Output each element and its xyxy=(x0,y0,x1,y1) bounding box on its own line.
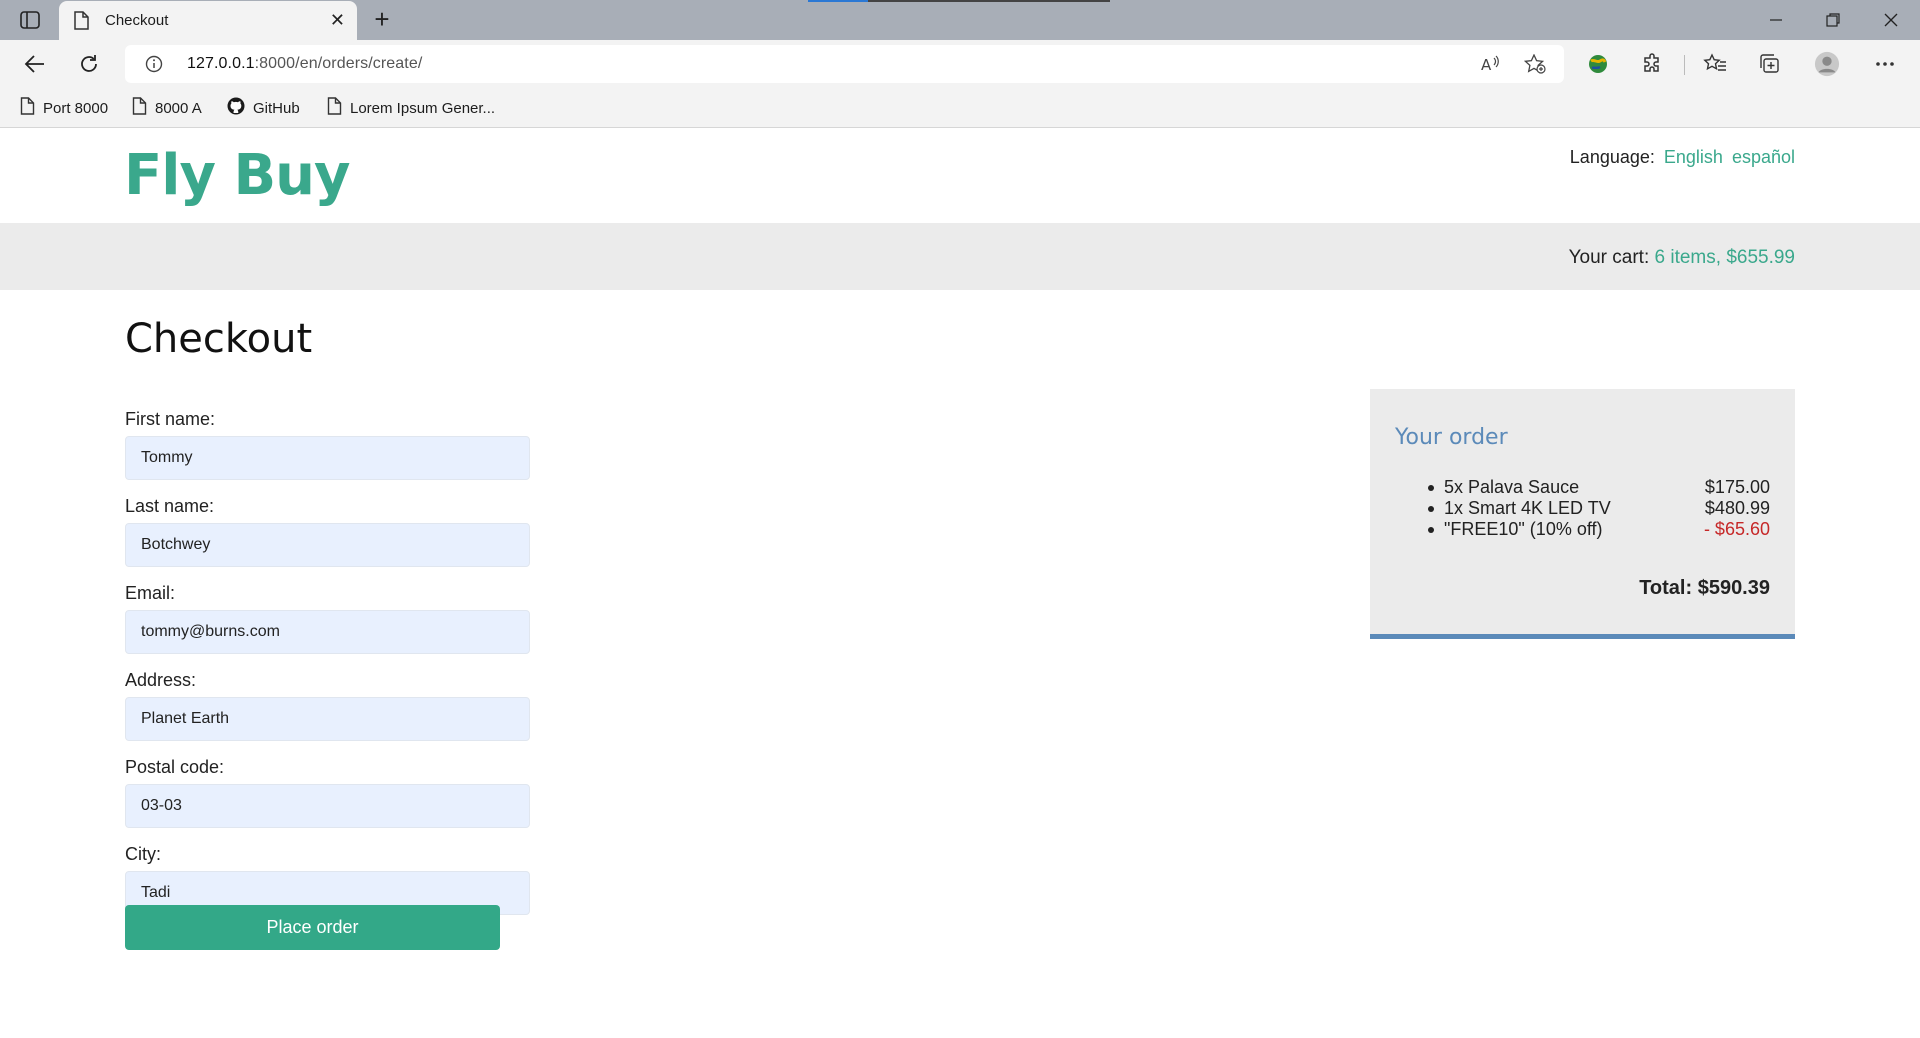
bookmark-label: 8000 A xyxy=(155,99,202,117)
order-discount-item: "FREE10" (10% off) - $65.60 xyxy=(1428,519,1770,540)
url-path: :8000/en/orders/create/ xyxy=(254,55,423,72)
bookmark-label: Port 8000 xyxy=(43,99,109,117)
address-label: Address: xyxy=(125,670,197,690)
order-total: Total: $590.39 xyxy=(1639,577,1770,599)
cart-label: Your cart: xyxy=(1568,247,1650,268)
github-icon xyxy=(227,97,245,119)
bookmarks-bar: Port 8000 8000 A GitHub Lorem Ipsum Gene… xyxy=(0,88,1920,128)
site-info-icon[interactable] xyxy=(145,55,163,78)
order-item-price: $480.99 xyxy=(1704,498,1770,518)
language-spanish-link[interactable]: español xyxy=(1732,147,1795,167)
tab-checkout[interactable]: Checkout ✕ xyxy=(59,1,357,40)
last-name-input[interactable] xyxy=(125,523,530,567)
discount-name: "FREE10" (10% off) xyxy=(1444,519,1603,539)
tab-loading-indicator xyxy=(808,0,868,2)
back-icon[interactable] xyxy=(20,49,50,79)
order-items-list: 5x Palava Sauce $175.00 1x Smart 4K LED … xyxy=(1428,477,1770,540)
order-summary-title: Your order xyxy=(1395,425,1508,450)
order-item-name: 5x Palava Sauce xyxy=(1444,477,1580,497)
close-window-icon[interactable] xyxy=(1871,6,1911,34)
page-icon xyxy=(73,11,89,35)
language-label: Language: xyxy=(1569,147,1655,167)
order-item-price: $175.00 xyxy=(1704,477,1770,497)
address-bar[interactable]: 127.0.0.1:8000/en/orders/create/ A xyxy=(125,45,1564,83)
cart-summary: Your cart: 6 items, $655.99 xyxy=(1569,247,1795,269)
web-page: Fly Buy Language: English español Your car… xyxy=(0,129,1920,1038)
browser-toolbar: 127.0.0.1:8000/en/orders/create/ A xyxy=(0,40,1920,88)
city-label: City: xyxy=(125,844,161,864)
last-name-label: Last name: xyxy=(125,496,215,516)
language-switcher: Language: English español xyxy=(1570,147,1795,168)
url-host: 127.0.0.1 xyxy=(187,55,255,72)
tab-bar: Checkout ✕ + xyxy=(0,0,1920,40)
email-input[interactable] xyxy=(125,610,530,654)
order-item: 5x Palava Sauce $175.00 xyxy=(1428,477,1770,498)
url-text: 127.0.0.1:8000/en/orders/create/ xyxy=(187,55,422,73)
page-icon xyxy=(132,97,147,119)
postal-code-input[interactable] xyxy=(125,784,530,828)
restore-icon[interactable] xyxy=(1813,6,1853,34)
email-label: Email: xyxy=(125,583,176,603)
read-aloud-icon[interactable]: A xyxy=(1479,54,1501,74)
close-tab-icon[interactable]: ✕ xyxy=(330,11,345,29)
tab-strip-line xyxy=(868,0,1110,2)
address-input[interactable] xyxy=(125,697,530,741)
bookmark-github[interactable]: GitHub xyxy=(227,97,300,119)
first-name-input[interactable] xyxy=(125,436,530,480)
tab-title: Checkout xyxy=(105,12,169,29)
discount-amount: - $65.60 xyxy=(1703,519,1770,539)
order-item-name: 1x Smart 4K LED TV xyxy=(1444,498,1611,518)
bookmark-label: GitHub xyxy=(253,99,300,117)
postal-code-label: Postal code: xyxy=(125,757,225,777)
checkout-form: First name: Last name: Email: Address: P… xyxy=(125,409,530,931)
favorites-icon[interactable] xyxy=(1702,51,1728,77)
add-favorite-icon[interactable] xyxy=(1524,54,1546,74)
minimize-icon[interactable] xyxy=(1756,6,1796,34)
svg-text:A: A xyxy=(1481,56,1492,73)
language-english-link[interactable]: English xyxy=(1664,147,1723,167)
bookmark-8000-a[interactable]: 8000 A xyxy=(132,97,202,119)
extension-globe-icon[interactable] xyxy=(1585,51,1611,77)
reload-icon[interactable] xyxy=(74,49,104,79)
more-menu-icon[interactable] xyxy=(1872,51,1898,77)
page-icon xyxy=(20,97,35,119)
page-title: Checkout xyxy=(125,316,313,362)
order-summary: Your order 5x Palava Sauce $175.00 1x Sm… xyxy=(1370,389,1795,639)
collections-icon[interactable] xyxy=(1757,51,1783,77)
bookmark-port-8000[interactable]: Port 8000 xyxy=(20,97,108,119)
bookmark-lorem-ipsum[interactable]: Lorem Ipsum Gener... xyxy=(327,97,495,119)
place-order-button[interactable]: Place order xyxy=(125,905,500,950)
cart-link[interactable]: 6 items, $655.99 xyxy=(1655,247,1795,268)
cart-bar: Your cart: 6 items, $655.99 xyxy=(0,223,1920,290)
first-name-label: First name: xyxy=(125,409,216,429)
extensions-icon[interactable] xyxy=(1640,51,1666,77)
profile-avatar-icon[interactable] xyxy=(1814,51,1840,77)
toolbar-separator xyxy=(1684,55,1685,75)
new-tab-icon[interactable]: + xyxy=(368,6,396,34)
order-item: 1x Smart 4K LED TV $480.99 xyxy=(1428,498,1770,519)
site-logo[interactable]: Fly Buy xyxy=(124,143,351,208)
bookmark-label: Lorem Ipsum Gener... xyxy=(350,99,496,117)
page-icon xyxy=(327,97,342,119)
tab-actions-icon[interactable] xyxy=(18,9,42,31)
